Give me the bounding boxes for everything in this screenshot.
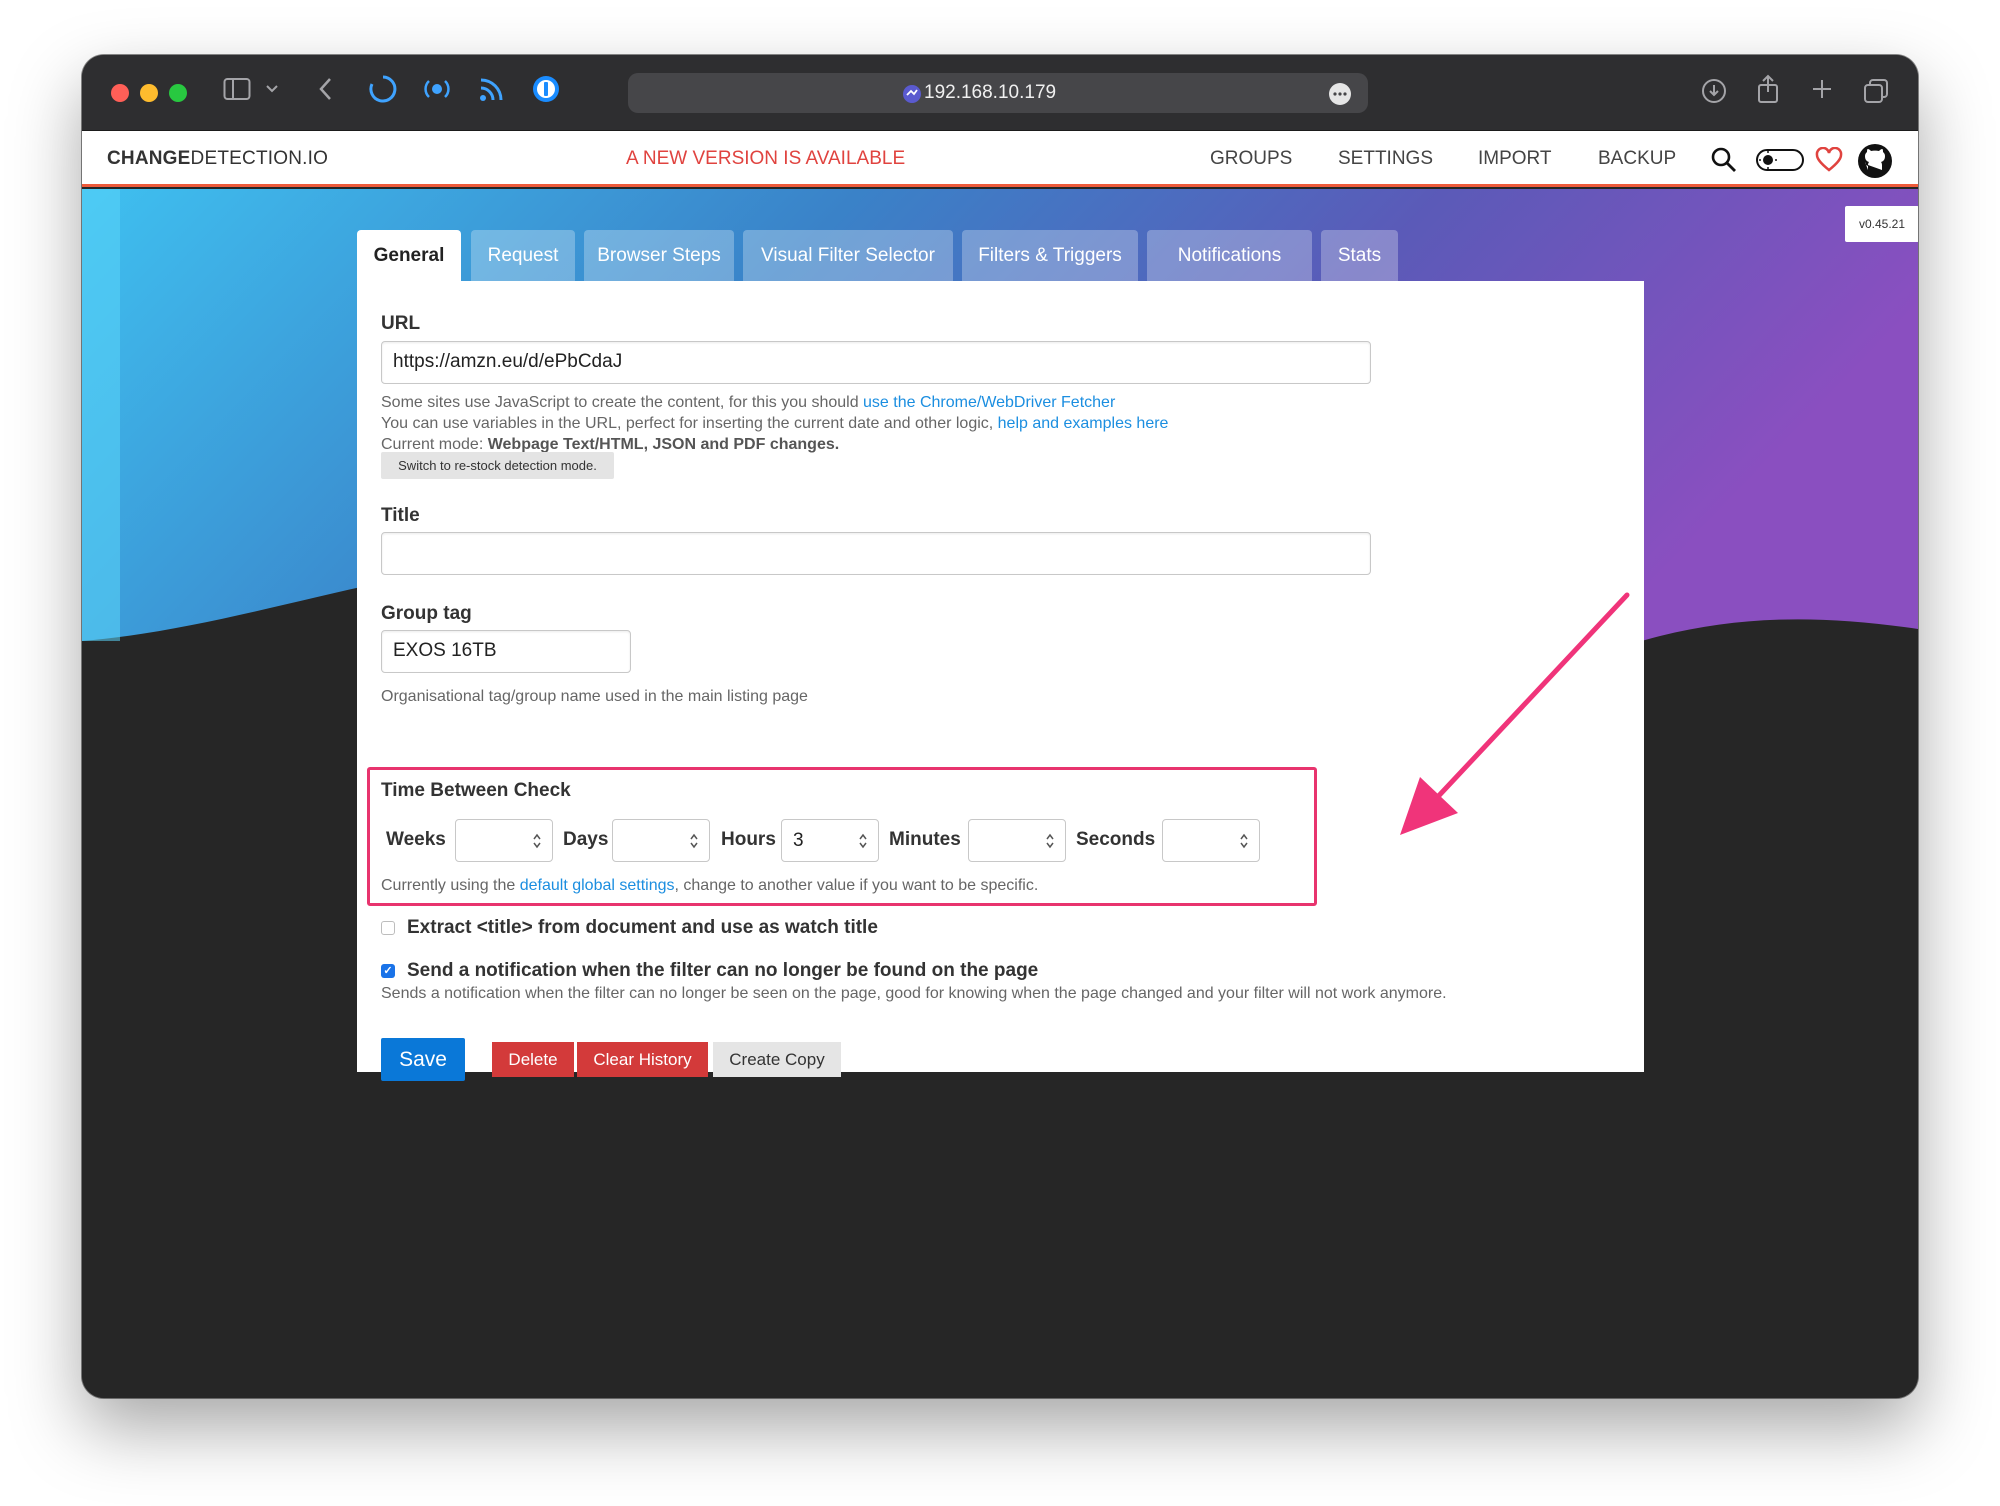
filter-not-found-notify-label[interactable]: Send a notification when the filter can … — [407, 960, 1038, 982]
spinner-arrows-icon[interactable] — [858, 831, 868, 851]
group-tag-input[interactable]: EXOS 16TB — [381, 630, 631, 673]
group-tag-label: Group tag — [381, 603, 472, 624]
create-copy-button[interactable]: Create Copy — [713, 1042, 841, 1077]
weeks-input[interactable] — [455, 819, 553, 862]
seconds-label: Seconds — [1076, 829, 1156, 850]
time-between-check-label: Time Between Check — [381, 780, 571, 801]
tab-browser-steps[interactable]: Browser Steps — [584, 230, 734, 281]
rss-icon[interactable] — [478, 77, 504, 103]
loading-extension-icon[interactable] — [368, 74, 398, 104]
new-tab-icon[interactable] — [1810, 77, 1834, 101]
search-icon[interactable] — [1710, 146, 1738, 179]
new-version-link[interactable]: A NEW VERSION IS AVAILABLE — [626, 148, 905, 170]
days-input[interactable] — [612, 819, 710, 862]
annotation-arrow-icon — [1400, 592, 1630, 835]
site-favicon-icon — [902, 84, 922, 109]
chevron-down-icon[interactable] — [265, 79, 279, 99]
theme-toggle-icon[interactable] — [1755, 147, 1805, 178]
github-icon[interactable] — [1857, 143, 1893, 184]
nav-link-settings[interactable]: SETTINGS — [1338, 148, 1433, 170]
minimize-window-button[interactable] — [140, 84, 158, 102]
tab-filters-triggers[interactable]: Filters & Triggers — [962, 230, 1138, 281]
title-label: Title — [381, 505, 420, 526]
minutes-input[interactable] — [968, 819, 1066, 862]
browser-titlebar: 192.168.10.179 — [82, 55, 1918, 131]
url-label: URL — [381, 313, 421, 334]
tab-overview-icon[interactable] — [1862, 77, 1890, 105]
share-icon[interactable] — [1755, 73, 1781, 105]
address-url-text: 192.168.10.179 — [924, 82, 1057, 103]
sidebar-toggle-icon[interactable] — [223, 77, 251, 101]
tab-visual-filter-selector[interactable]: Visual Filter Selector — [743, 230, 953, 281]
minutes-label: Minutes — [889, 829, 961, 850]
url-input[interactable]: https://amzn.eu/d/ePbCdaJ — [381, 341, 1371, 384]
filter-not-found-notify-checkbox[interactable]: ✓ — [381, 964, 395, 978]
extract-title-checkbox[interactable] — [381, 921, 395, 935]
webdriver-fetcher-link[interactable]: use the Chrome/WebDriver Fetcher — [863, 394, 1115, 411]
help-examples-link[interactable]: help and examples here — [998, 415, 1169, 432]
weeks-label: Weeks — [386, 829, 446, 850]
nav-link-import[interactable]: IMPORT — [1478, 148, 1552, 170]
spinner-arrows-icon[interactable] — [1045, 831, 1055, 851]
save-button[interactable]: Save — [381, 1038, 465, 1081]
version-badge: v0.45.21 — [1845, 206, 1918, 242]
tab-general[interactable]: General — [357, 230, 461, 281]
switch-restock-mode-button[interactable]: Switch to re-stock detection mode. — [381, 452, 614, 479]
app-logo[interactable]: CHANGEDETECTION.IO — [107, 148, 328, 170]
filter-not-found-notify-help: Sends a notification when the filter can… — [381, 985, 1447, 1002]
time-between-check-help: Currently using the default global setti… — [381, 877, 1039, 894]
nav-link-backup[interactable]: BACKUP — [1598, 148, 1676, 170]
tab-request[interactable]: Request — [471, 230, 575, 281]
app-navbar: CHANGEDETECTION.IO A NEW VERSION IS AVAI… — [82, 131, 1918, 187]
nav-link-groups[interactable]: GROUPS — [1210, 148, 1292, 170]
title-input[interactable] — [381, 532, 1371, 575]
back-icon[interactable] — [318, 75, 334, 103]
address-bar[interactable]: 192.168.10.179 — [628, 73, 1368, 113]
group-tag-help: Organisational tag/group name used in th… — [381, 688, 808, 705]
downloads-icon[interactable] — [1700, 77, 1728, 105]
maximize-window-button[interactable] — [169, 84, 187, 102]
url-help-text: Some sites use JavaScript to create the … — [381, 394, 1169, 453]
page-menu-icon[interactable] — [1328, 82, 1352, 111]
tab-stats[interactable]: Stats — [1321, 230, 1398, 281]
spinner-arrows-icon[interactable] — [689, 831, 699, 851]
clear-history-button[interactable]: Clear History — [577, 1042, 708, 1077]
delete-button[interactable]: Delete — [492, 1042, 574, 1077]
spinner-arrows-icon[interactable] — [1239, 831, 1249, 851]
spinner-arrows-icon[interactable] — [532, 831, 542, 851]
privacy-extension-icon[interactable] — [422, 75, 452, 103]
hours-label: Hours — [721, 829, 776, 850]
password-manager-icon[interactable] — [531, 74, 561, 104]
seconds-input[interactable] — [1162, 819, 1260, 862]
extract-title-label[interactable]: Extract <title> from document and use as… — [407, 917, 878, 939]
tab-notifications[interactable]: Notifications — [1147, 230, 1312, 281]
close-window-button[interactable] — [111, 84, 129, 102]
heart-icon[interactable] — [1815, 146, 1843, 178]
hours-input[interactable]: 3 — [781, 819, 879, 862]
browser-window: 192.168.10.179 CHANGEDETECTION.IO A NEW … — [82, 55, 1918, 1398]
current-mode: Webpage Text/HTML, JSON and PDF changes. — [487, 436, 840, 453]
days-label: Days — [563, 829, 609, 850]
default-global-settings-link[interactable]: default global settings — [520, 877, 675, 894]
